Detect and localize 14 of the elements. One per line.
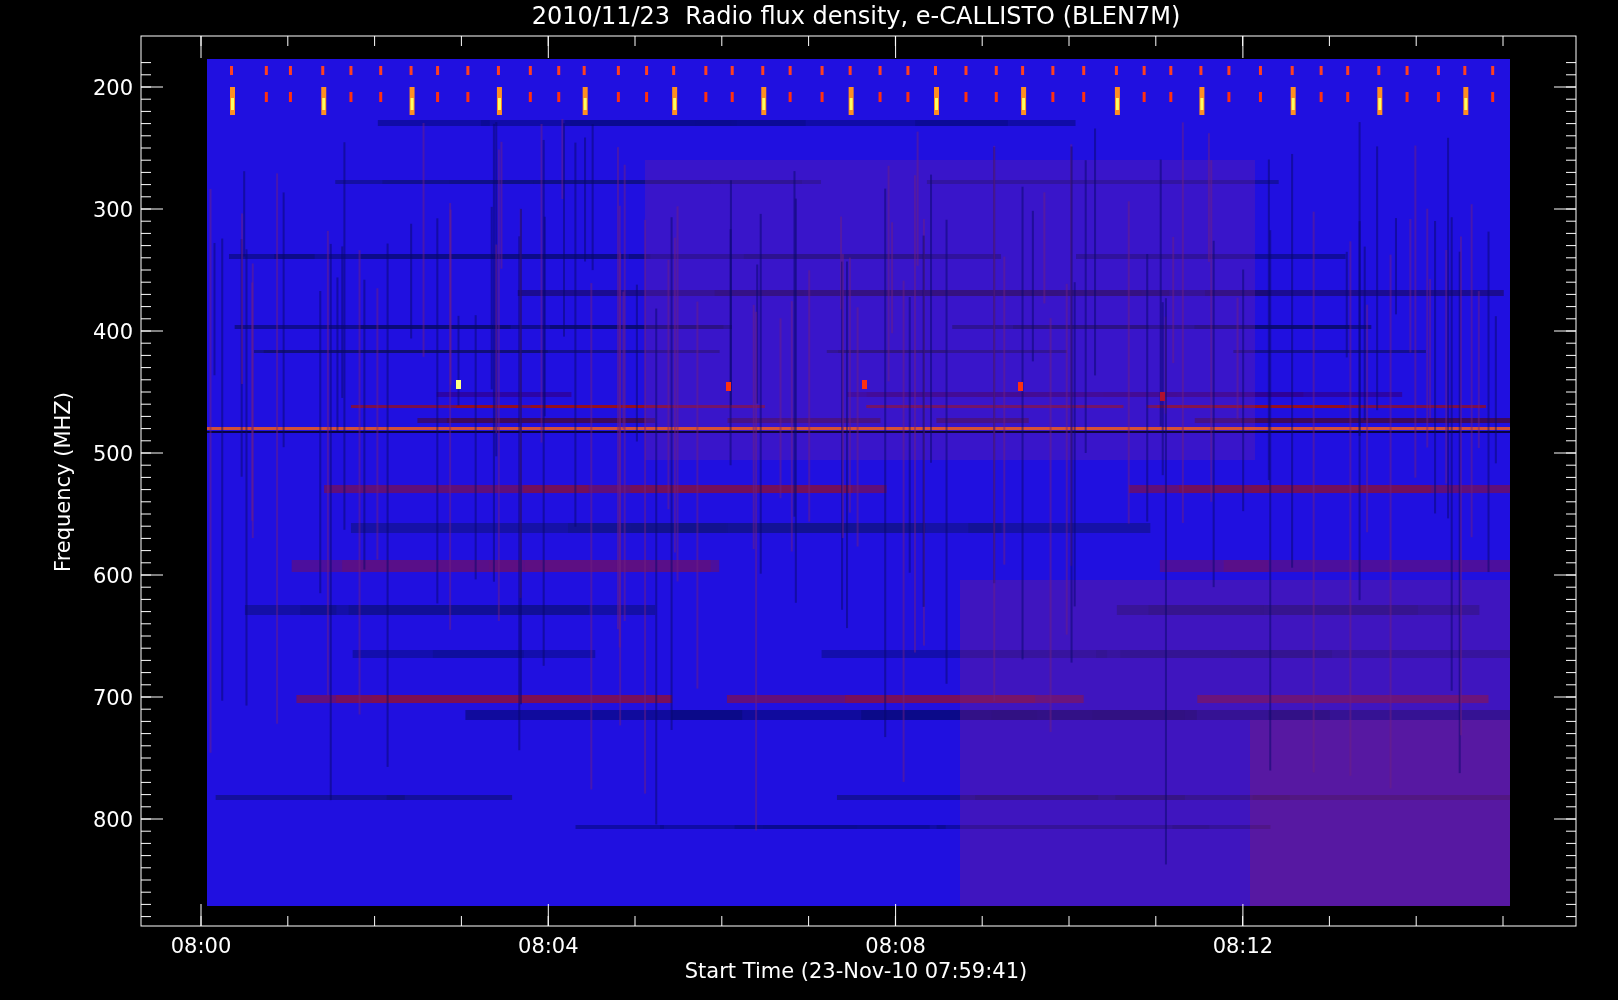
y-tick-label: 300 [92, 198, 133, 222]
x-tick-label: 08:08 [865, 934, 926, 958]
x-axis-title: Start Time (23-Nov-10 07:59:41) [684, 959, 1028, 983]
y-tick-label: 800 [92, 808, 133, 832]
x-tick-label: 08:04 [518, 934, 579, 958]
plot-title: 2010/11/23 Radio flux density, e-CALLISTO (BLEN7M) [531, 2, 1181, 30]
y-tick-label: 200 [92, 76, 133, 100]
x-tick-label: 08:00 [170, 934, 232, 958]
x-tick-label: 08:12 [1212, 934, 1274, 958]
y-axis-title: Frequency (MHZ) [51, 392, 75, 572]
y-tick-label: 600 [92, 564, 133, 588]
y-tick-label: 400 [92, 320, 133, 344]
y-tick-label: 500 [92, 442, 133, 466]
y-tick-label: 700 [92, 686, 133, 710]
